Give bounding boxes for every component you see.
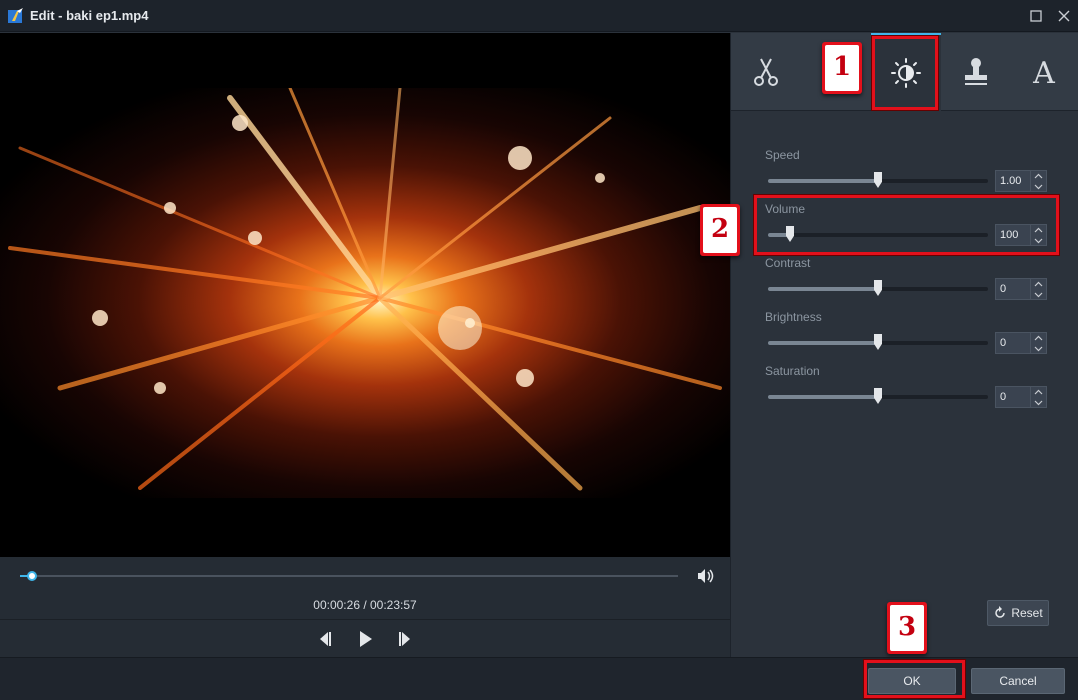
chevron-down-icon[interactable] [1034, 344, 1043, 353]
time-display: 00:00:26 / 00:23:57 [313, 598, 417, 612]
spin-buttons [1031, 386, 1047, 408]
saturation-value-input[interactable]: 0 [995, 386, 1031, 408]
playback-controls: 00:00:26 / 00:23:57 [0, 557, 730, 657]
tab-subtitle[interactable]: A [1009, 33, 1078, 111]
annotation-box-volume [754, 195, 1059, 255]
reset-button[interactable]: Reset [987, 600, 1049, 626]
spin-buttons [1031, 332, 1047, 354]
divider [0, 619, 730, 620]
scissors-icon [754, 58, 778, 86]
chevron-down-icon[interactable] [1034, 398, 1043, 407]
annotation-marker-2: 2 [700, 204, 740, 256]
svg-text:A: A [1032, 56, 1055, 89]
brightness-value-input[interactable]: 0 [995, 332, 1031, 354]
video-frame [0, 88, 730, 498]
adjust-label: Contrast [765, 256, 811, 270]
chevron-up-icon[interactable] [1034, 334, 1043, 343]
chevron-down-icon[interactable] [1034, 182, 1043, 191]
slider-fill [768, 395, 878, 399]
contrast-value-input[interactable]: 0 [995, 278, 1031, 300]
edit-panel: A Speed 1.00 Volume 100 Contrast 0 Brightness 0… [730, 33, 1078, 657]
previous-frame-button[interactable] [315, 629, 335, 649]
edit-window: Edit - baki ep1.mp4 00:00:26 / 00:23:57 … [0, 0, 1078, 700]
annotation-marker-3-label: 3 [890, 605, 924, 651]
window-title: Edit - baki ep1.mp4 [30, 8, 149, 23]
maximize-icon[interactable] [1026, 6, 1046, 26]
reset-icon [995, 606, 1006, 618]
adjust-label: Speed [765, 148, 800, 162]
slider-thumb[interactable] [874, 388, 882, 404]
adjust-row-speed: Speed 1.00 [765, 148, 1055, 198]
speed-value-input[interactable]: 1.00 [995, 170, 1031, 192]
adjust-row-brightness: Brightness 0 [765, 310, 1055, 360]
video-preview [0, 33, 730, 557]
speed-slider[interactable] [768, 172, 988, 188]
volume-icon[interactable] [697, 568, 715, 584]
chevron-up-icon[interactable] [1034, 280, 1043, 289]
seek-handle[interactable] [27, 571, 37, 581]
slider-fill [768, 179, 878, 183]
contrast-slider[interactable] [768, 280, 988, 296]
saturation-slider[interactable] [768, 388, 988, 404]
chevron-up-icon[interactable] [1034, 388, 1043, 397]
text-A-icon: A [1032, 56, 1055, 89]
slider-thumb[interactable] [874, 172, 882, 188]
next-frame-button[interactable] [395, 629, 415, 649]
brightness-slider[interactable] [768, 334, 988, 350]
play-button[interactable] [355, 629, 375, 649]
chevron-up-icon[interactable] [1034, 172, 1043, 181]
spin-buttons [1031, 278, 1047, 300]
tab-watermark[interactable] [941, 33, 1011, 111]
annotation-marker-3: 3 [887, 602, 927, 654]
spin-buttons [1031, 170, 1047, 192]
reset-label: Reset [1011, 606, 1043, 620]
video-frame-image [8, 88, 722, 491]
annotation-marker-2-label: 2 [703, 207, 737, 253]
close-icon[interactable] [1054, 6, 1074, 26]
annotation-marker-1: 1 [822, 42, 862, 94]
annotation-box-ok [864, 660, 965, 698]
slider-thumb[interactable] [874, 280, 882, 296]
title-bar: Edit - baki ep1.mp4 [0, 0, 1078, 32]
seek-bar[interactable] [20, 571, 678, 581]
adjust-label: Brightness [765, 310, 822, 324]
adjust-row-saturation: Saturation 0 [765, 364, 1055, 414]
slider-fill [768, 341, 878, 345]
cancel-button[interactable]: Cancel [971, 668, 1065, 694]
app-logo-icon [8, 8, 23, 23]
slider-fill [768, 287, 878, 291]
stamp-icon [965, 58, 987, 85]
annotation-marker-1-label: 1 [825, 45, 859, 91]
tab-cut[interactable] [731, 33, 801, 111]
slider-thumb[interactable] [874, 334, 882, 350]
annotation-box-effect-tab [872, 36, 938, 110]
adjust-row-contrast: Contrast 0 [765, 256, 1055, 306]
chevron-down-icon[interactable] [1034, 290, 1043, 299]
adjust-label: Saturation [765, 364, 820, 378]
